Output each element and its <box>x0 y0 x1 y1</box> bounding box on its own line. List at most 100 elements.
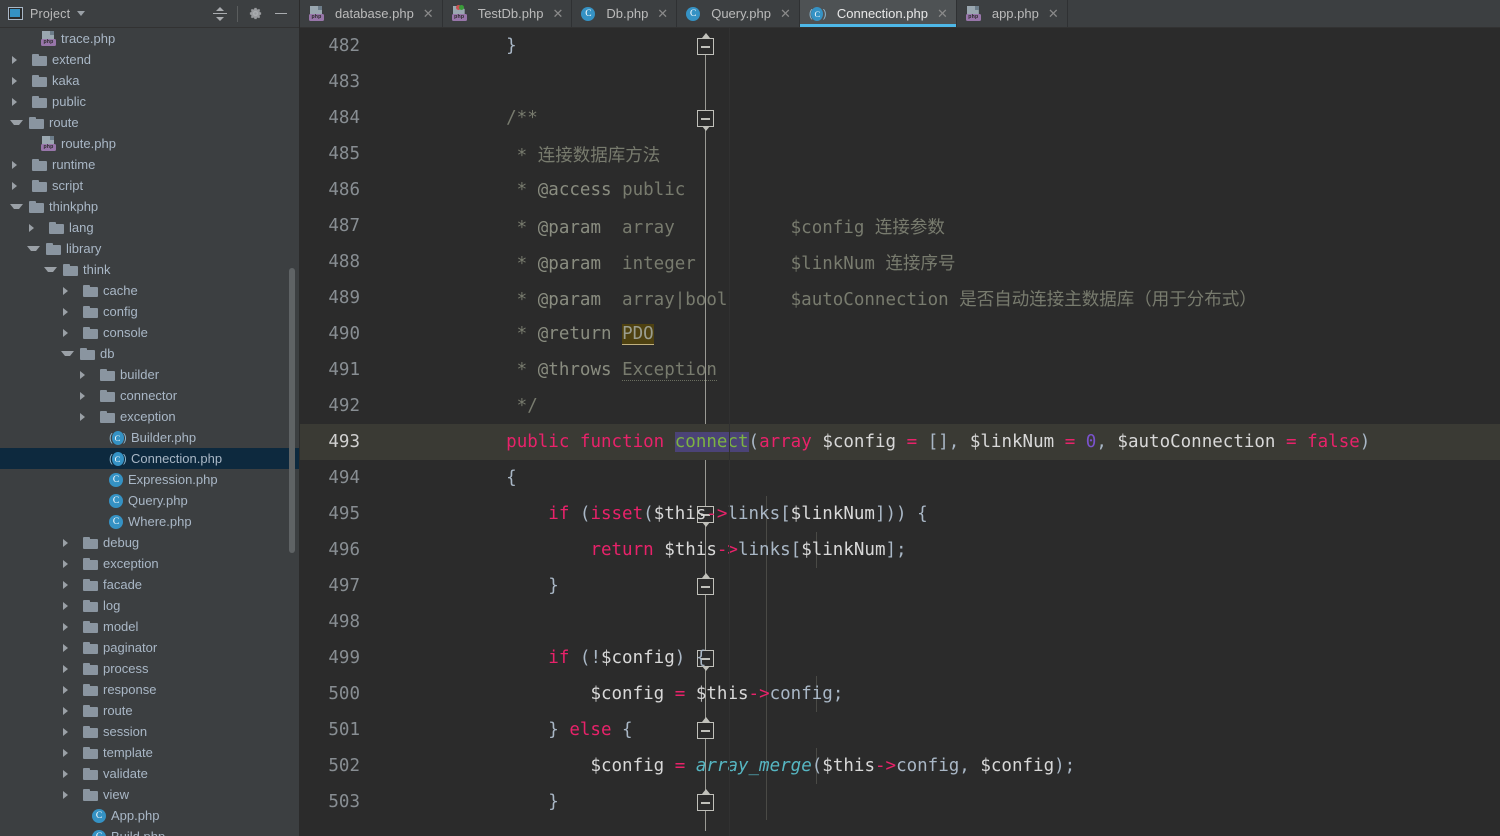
expand-arrow-icon[interactable] <box>63 706 76 715</box>
tree-item-process[interactable]: process <box>0 658 300 679</box>
code-line[interactable]: 499 if (!$config) { <box>300 640 1500 676</box>
expand-arrow-icon[interactable] <box>63 307 76 316</box>
tree-item-console[interactable]: console <box>0 322 300 343</box>
tab-app-php[interactable]: php app.php ✕ <box>957 0 1068 27</box>
code-line[interactable]: 493 public function connect(array $confi… <box>300 424 1500 460</box>
expand-arrow-icon[interactable] <box>63 538 76 547</box>
tree-item-connector[interactable]: connector <box>0 385 300 406</box>
expand-arrow-icon[interactable] <box>63 580 76 589</box>
tree-item-library[interactable]: library <box>0 238 300 259</box>
expand-arrow-icon[interactable] <box>63 790 76 799</box>
tree-item-trace-php[interactable]: php trace.php <box>0 28 300 49</box>
tree-item-route-php[interactable]: php route.php <box>0 133 300 154</box>
expand-arrow-icon[interactable] <box>63 601 76 610</box>
tab-connection-php[interactable]: (C) Connection.php ✕ <box>799 0 957 27</box>
tab-close-icon[interactable]: ✕ <box>657 7 668 20</box>
expand-arrow-icon[interactable] <box>12 181 25 190</box>
tree-item-runtime[interactable]: runtime <box>0 154 300 175</box>
collapse-all-button[interactable] <box>207 1 233 27</box>
code-line[interactable]: 485 * 连接数据库方法 <box>300 136 1500 172</box>
expand-arrow-icon[interactable] <box>12 97 25 106</box>
tree-item-model[interactable]: model <box>0 616 300 637</box>
expand-arrow-icon[interactable] <box>63 622 76 631</box>
code-line[interactable]: 494 { <box>300 460 1500 496</box>
tree-item-kaka[interactable]: kaka <box>0 70 300 91</box>
expand-arrow-icon[interactable] <box>80 370 93 379</box>
tree-item-where-php[interactable]: C Where.php <box>0 511 300 532</box>
tree-item-script[interactable]: script <box>0 175 300 196</box>
tree-item-connection-php[interactable]: (C) Connection.php <box>0 448 300 469</box>
tree-item-query-php[interactable]: C Query.php <box>0 490 300 511</box>
code-editor[interactable]: 482 } 483 484 /** 485 * 连接数据库方法 486 * @acces… <box>300 28 1500 836</box>
tree-item-debug[interactable]: debug <box>0 532 300 553</box>
tree-item-facade[interactable]: facade <box>0 574 300 595</box>
tree-item-lang[interactable]: lang <box>0 217 300 238</box>
tree-item-expression-php[interactable]: C Expression.php <box>0 469 300 490</box>
code-line[interactable]: 486 * @access public <box>300 172 1500 208</box>
tab-testdb-php[interactable]: php TestDb.php ✕ <box>443 0 573 27</box>
collapse-arrow-icon[interactable] <box>44 267 57 272</box>
minimize-panel-button[interactable] <box>268 1 294 27</box>
collapse-arrow-icon[interactable] <box>61 351 74 356</box>
code-line[interactable]: 503 } <box>300 784 1500 820</box>
tree-item-validate[interactable]: validate <box>0 763 300 784</box>
tree-item-think[interactable]: think <box>0 259 300 280</box>
tree-item-builder[interactable]: builder <box>0 364 300 385</box>
code-line[interactable]: 502 $config = array_merge($this->config,… <box>300 748 1500 784</box>
expand-arrow-icon[interactable] <box>63 685 76 694</box>
expand-arrow-icon[interactable] <box>63 559 76 568</box>
code-line[interactable]: 489 * @param array|bool $autoConnection … <box>300 280 1500 316</box>
tree-item-public[interactable]: public <box>0 91 300 112</box>
code-line[interactable]: 492 */ <box>300 388 1500 424</box>
tree-item-config[interactable]: config <box>0 301 300 322</box>
code-line[interactable]: 498 <box>300 604 1500 640</box>
code-line[interactable]: 487 * @param array $config 连接参数 <box>300 208 1500 244</box>
code-line[interactable]: 497 } <box>300 568 1500 604</box>
expand-arrow-icon[interactable] <box>63 664 76 673</box>
tab-close-icon[interactable]: ✕ <box>937 7 948 20</box>
tree-item-template[interactable]: template <box>0 742 300 763</box>
code-line[interactable]: 488 * @param integer $linkNum 连接序号 <box>300 244 1500 280</box>
tree-item-builder-php[interactable]: (C) Builder.php <box>0 427 300 448</box>
tree-item-cache[interactable]: cache <box>0 280 300 301</box>
tree-item-db[interactable]: db <box>0 343 300 364</box>
tree-item-exception[interactable]: exception <box>0 406 300 427</box>
code-line[interactable]: 482 } <box>300 28 1500 64</box>
tab-database-php[interactable]: php database.php ✕ <box>300 0 443 27</box>
expand-arrow-icon[interactable] <box>63 769 76 778</box>
expand-arrow-icon[interactable] <box>80 391 93 400</box>
expand-arrow-icon[interactable] <box>63 727 76 736</box>
tab-query-php[interactable]: C Query.php ✕ <box>677 0 800 27</box>
code-line[interactable]: 490 * @return PDO <box>300 316 1500 352</box>
expand-arrow-icon[interactable] <box>12 76 25 85</box>
expand-arrow-icon[interactable] <box>63 748 76 757</box>
tree-item-extend[interactable]: extend <box>0 49 300 70</box>
expand-arrow-icon[interactable] <box>63 643 76 652</box>
tree-item-paginator[interactable]: paginator <box>0 637 300 658</box>
tree-item-thinkphp[interactable]: thinkphp <box>0 196 300 217</box>
expand-arrow-icon[interactable] <box>12 160 25 169</box>
tree-item-build-php[interactable]: C Build.php <box>0 826 300 836</box>
code-line[interactable]: 496 return $this->links[$linkNum]; <box>300 532 1500 568</box>
expand-arrow-icon[interactable] <box>80 412 93 421</box>
tab-close-icon[interactable]: ✕ <box>1048 7 1059 20</box>
code-line[interactable]: 500 $config = $this->config; <box>300 676 1500 712</box>
expand-arrow-icon[interactable] <box>63 328 76 337</box>
project-tree[interactable]: php trace.php extend kaka public route php rout… <box>0 28 300 836</box>
expand-arrow-icon[interactable] <box>63 286 76 295</box>
tree-item-route[interactable]: route <box>0 112 300 133</box>
code-line[interactable]: 484 /** <box>300 100 1500 136</box>
expand-arrow-icon[interactable] <box>29 223 42 232</box>
expand-arrow-icon[interactable] <box>12 55 25 64</box>
tab-close-icon[interactable]: ✕ <box>423 7 434 20</box>
code-line[interactable]: 495 if (isset($this->links[$linkNum])) { <box>300 496 1500 532</box>
tree-item-app-php[interactable]: C App.php <box>0 805 300 826</box>
tree-item-session[interactable]: session <box>0 721 300 742</box>
tab-close-icon[interactable]: ✕ <box>552 7 563 20</box>
sidebar-scrollbar[interactable] <box>289 268 295 553</box>
code-line[interactable]: 483 <box>300 64 1500 100</box>
collapse-arrow-icon[interactable] <box>27 246 40 251</box>
tab-close-icon[interactable]: ✕ <box>780 7 791 20</box>
tab-db-php[interactable]: C Db.php ✕ <box>572 0 678 27</box>
collapse-arrow-icon[interactable] <box>10 120 23 125</box>
